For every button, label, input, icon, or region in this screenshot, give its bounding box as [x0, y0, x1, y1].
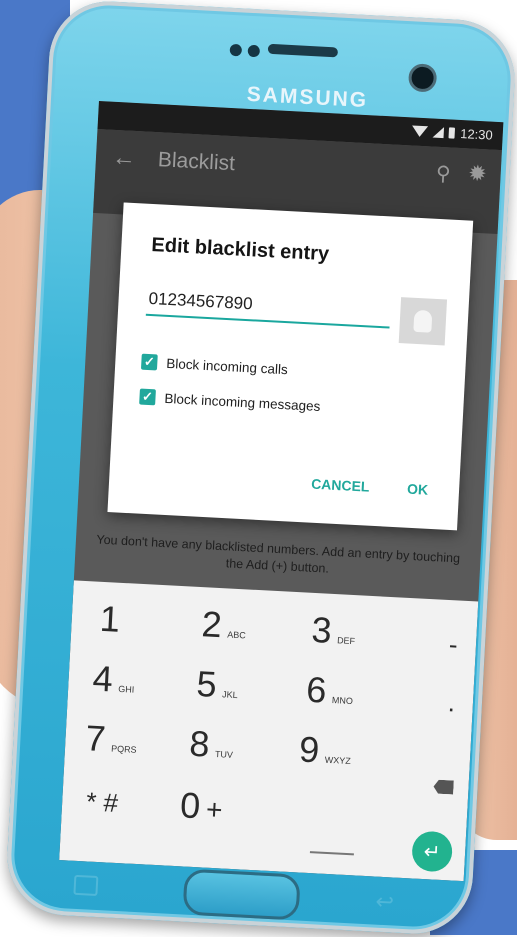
key-9[interactable]: 9 WXYZ: [298, 728, 352, 773]
empty-state-message: You don't have any blacklisted numbers. …: [96, 532, 461, 576]
block-calls-checkbox[interactable]: ✓: [140, 353, 158, 371]
dialer-keypad: 1 2 ABC 3 DEF - 4 GHI 5 JKL 6 MNO . 7 PQRS 8 TU…: [59, 580, 479, 882]
contact-icon: [413, 309, 433, 333]
edit-entry-dialog: Edit blacklist entry ✓ Block incoming ca…: [107, 202, 474, 531]
arrow-left-icon[interactable]: ←: [111, 144, 136, 173]
contact-picker-button[interactable]: [398, 297, 448, 346]
block-messages-checkbox[interactable]: ✓: [139, 388, 156, 406]
enter-icon: ↵: [423, 840, 442, 864]
backspace-icon[interactable]: [433, 779, 454, 794]
key-2[interactable]: 2 ABC: [201, 603, 248, 647]
key-3[interactable]: 3 DEF: [310, 609, 356, 653]
screen: 12:30 ← Blacklist ⚲ ✹ You don't have any…: [59, 101, 504, 882]
key-minus[interactable]: -: [442, 628, 464, 662]
ok-button[interactable]: OK: [401, 479, 435, 499]
key-1[interactable]: 1: [99, 598, 127, 641]
key-dot[interactable]: .: [441, 686, 462, 720]
option-block-calls[interactable]: ✓ Block incoming calls: [140, 353, 289, 378]
option-label: Block incoming calls: [165, 355, 289, 377]
search-icon[interactable]: ⚲: [435, 161, 451, 187]
status-icons: 12:30: [411, 123, 494, 143]
enter-button[interactable]: ↵: [411, 830, 454, 873]
app-title: Blacklist: [157, 148, 236, 176]
key-0[interactable]: 0 +: [179, 784, 224, 828]
key-6[interactable]: 6 MNO: [305, 669, 354, 713]
recent-apps-key[interactable]: [73, 874, 99, 897]
phone: SAMSUNG 12:30 ← Blacklist ⚲ ✹ You don't …: [4, 0, 517, 937]
key-7[interactable]: 7 PQRS: [84, 717, 138, 762]
key-4[interactable]: 4 GHI: [92, 658, 136, 702]
cancel-button[interactable]: CANCEL: [305, 474, 376, 496]
option-label: Block incoming messages: [164, 390, 321, 414]
dialog-title: Edit blacklist entry: [150, 233, 330, 266]
key-8[interactable]: 8 TUV: [188, 723, 234, 767]
back-key-icon[interactable]: ↩: [375, 889, 395, 916]
gear-icon[interactable]: ✹: [468, 160, 488, 187]
signal-icon: [432, 126, 445, 139]
space-bar[interactable]: [309, 851, 354, 856]
wifi-icon: [411, 125, 429, 138]
key-5[interactable]: 5 JKL: [195, 663, 239, 707]
home-button[interactable]: [182, 868, 301, 921]
key-symbols[interactable]: * #: [79, 785, 124, 820]
phone-number-input[interactable]: [145, 283, 392, 329]
option-block-messages[interactable]: ✓ Block incoming messages: [139, 388, 321, 414]
battery-icon: [448, 127, 456, 139]
status-time: 12:30: [459, 125, 494, 143]
